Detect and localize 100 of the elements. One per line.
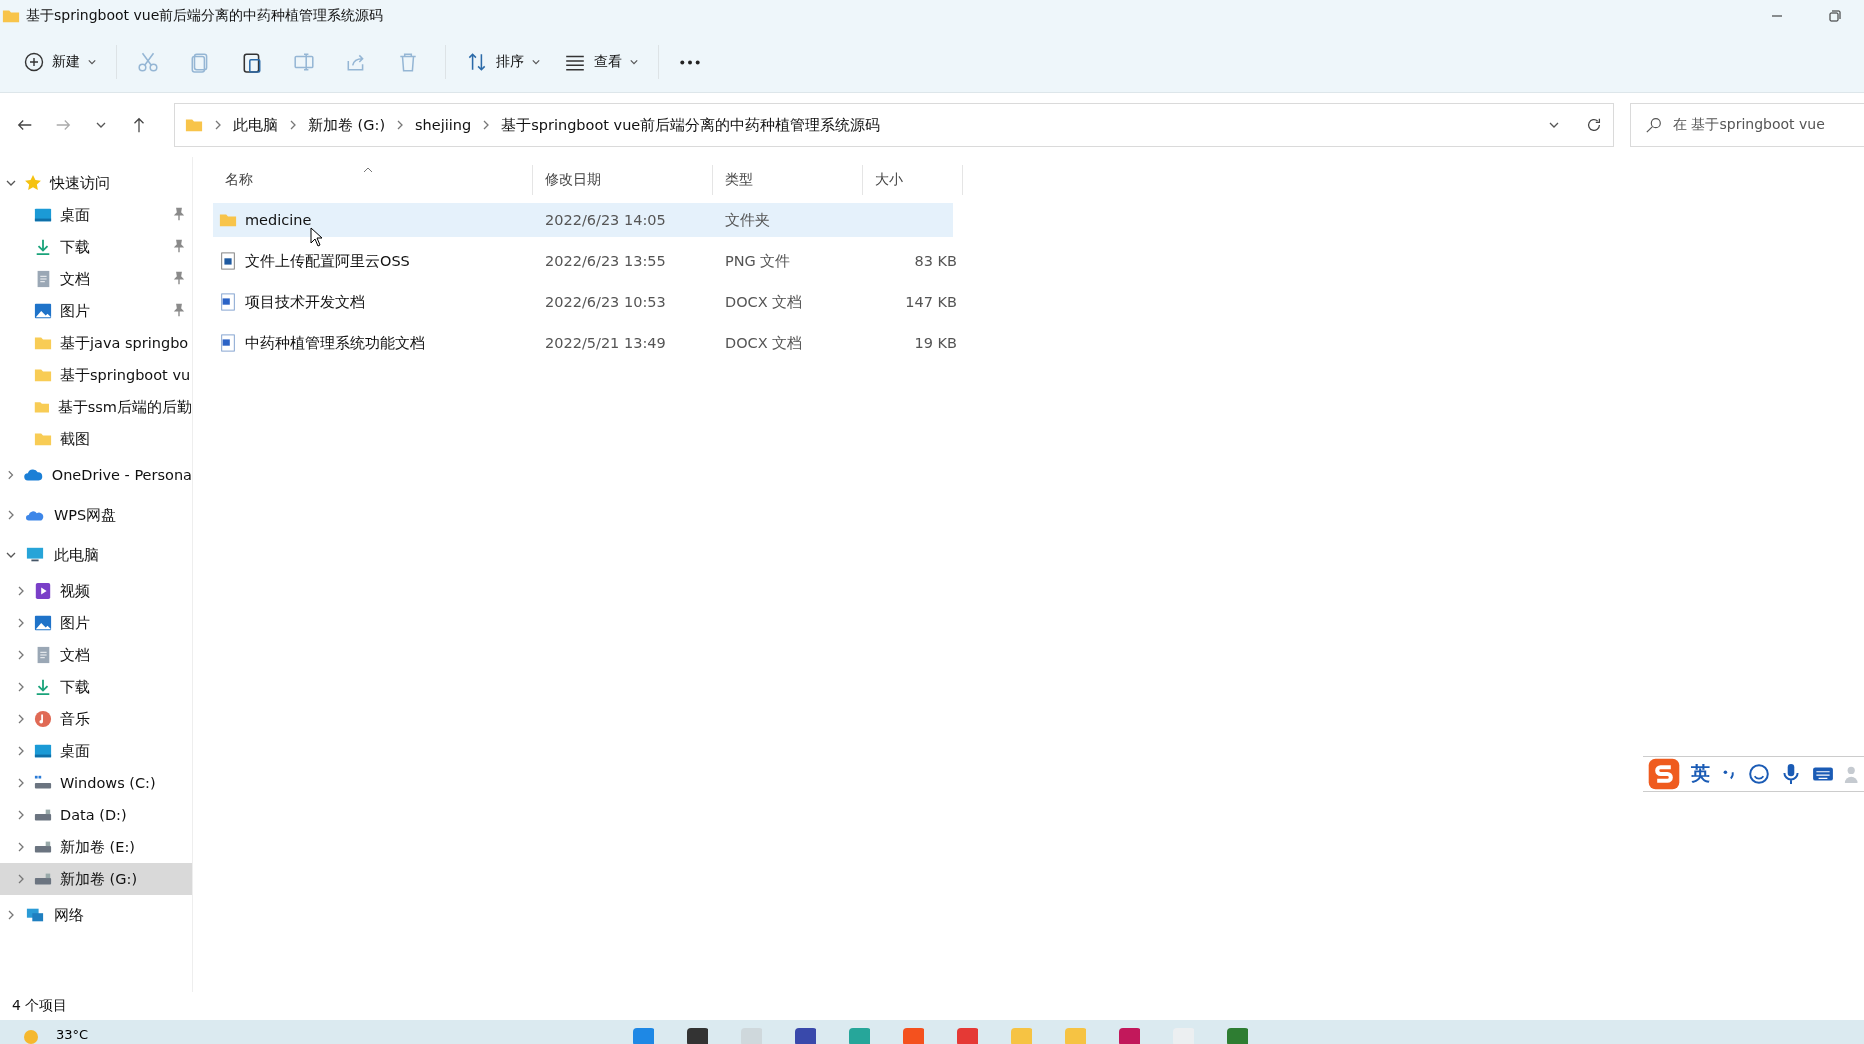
input-mode[interactable]: 英 [1691, 761, 1710, 787]
breadcrumb[interactable]: 基于springboot vue前后端分离的中药种植管理系统源码 [501, 115, 881, 135]
view-button[interactable]: 查看 [554, 42, 648, 82]
download-icon [34, 238, 52, 256]
sidebar-item[interactable]: 快速访问 [0, 167, 192, 199]
sidebar-item[interactable]: WPS网盘 [0, 499, 192, 531]
sidebar-item[interactable]: 截图 [0, 423, 192, 455]
picture-icon [34, 302, 52, 320]
cursor-icon [310, 227, 324, 247]
sidebar-item[interactable]: 新加卷 (G:) [0, 863, 192, 895]
column-header[interactable]: 名称 [213, 165, 533, 195]
chevron-right-icon [16, 650, 26, 660]
column-header[interactable]: 修改日期 [533, 165, 713, 195]
sort-up-icon [363, 166, 373, 174]
table-cell-text: DOCX 文档 [724, 292, 804, 312]
sidebar-item[interactable]: 视频 [0, 575, 192, 607]
monitor-icon [24, 546, 46, 564]
table-cell-text: 文件夹 [724, 210, 771, 230]
desktop-icon [34, 206, 52, 224]
sort-button[interactable]: 排序 [456, 42, 550, 82]
chevron-right-icon [16, 714, 26, 724]
word-file-icon [219, 293, 237, 311]
trash-icon [397, 51, 419, 73]
pin-icon [172, 239, 186, 253]
weather-temperature: 33°C [56, 1027, 89, 1042]
image-file-icon [219, 252, 237, 270]
table-cell-text: 83 KB [913, 253, 958, 269]
smiley-icon [1748, 763, 1770, 785]
column-header[interactable]: 大小 [863, 165, 963, 195]
refresh-icon [1585, 116, 1603, 134]
pin-icon [172, 207, 186, 221]
file-name: 项目技术开发文档 [245, 292, 365, 312]
desktop-icon [34, 742, 52, 760]
table-cell-text: 19 KB [913, 335, 958, 351]
video-icon [34, 582, 52, 600]
sidebar-item[interactable]: 基于java springbo [0, 327, 192, 359]
scissors-icon [137, 51, 159, 73]
chevron-right-icon [16, 618, 26, 628]
sidebar-item[interactable]: 新加卷 (E:) [0, 831, 192, 863]
pin-icon [172, 271, 186, 285]
file-row[interactable]: medicine 2022/6/23 14:05 文件夹 [213, 203, 953, 237]
window-title: 基于springboot vue前后端分离的中药种植管理系统源码 [26, 7, 384, 25]
new-button[interactable]: 新建 [14, 42, 106, 82]
breadcrumb[interactable]: 新加卷 (G:) [308, 115, 386, 135]
table-cell-text: 2022/5/21 13:49 [544, 335, 667, 351]
table-cell-text: 147 KB [904, 294, 958, 310]
sogou-logo-icon [1647, 757, 1681, 791]
more-icon [679, 59, 701, 65]
sidebar-item[interactable]: 图片 [0, 295, 192, 327]
sidebar-item[interactable]: 网络 [0, 899, 192, 931]
column-header[interactable]: 类型 [713, 165, 863, 195]
pin-icon [172, 303, 186, 317]
sidebar-item[interactable]: 图片 [0, 607, 192, 639]
picture-icon [34, 614, 52, 632]
chevron-down-icon [6, 550, 16, 560]
chevron-right-icon [6, 470, 16, 480]
chevron-down-icon [1549, 120, 1559, 130]
table-cell-text: 2022/6/23 13:55 [544, 253, 667, 269]
chevron-down-icon [6, 178, 16, 188]
search-placeholder: 在 基于springboot vue [1673, 116, 1825, 134]
word-file-icon [219, 334, 237, 352]
sidebar-item[interactable]: 桌面 [0, 735, 192, 767]
music-icon [34, 710, 52, 728]
sidebar-item[interactable]: 桌面 [0, 199, 192, 231]
sidebar-item[interactable]: 文档 [0, 263, 192, 295]
sidebar-item[interactable]: 文档 [0, 639, 192, 671]
chevron-right-icon [16, 810, 26, 820]
search-field[interactable]: 在 基于springboot vue [1630, 103, 1864, 147]
restore-icon [1829, 10, 1841, 22]
chevron-right-icon [16, 842, 26, 852]
sidebar-item[interactable]: OneDrive - Persona [0, 459, 192, 491]
rename-icon [293, 51, 315, 73]
sidebar-item[interactable]: Windows (C:) [0, 767, 192, 799]
chevron-right-icon [16, 682, 26, 692]
sidebar-item[interactable]: 基于ssm后端的后勤 [0, 391, 192, 423]
breadcrumb[interactable]: shejiing [415, 117, 472, 133]
file-name: 文件上传配置阿里云OSS [245, 251, 410, 271]
download-icon [34, 678, 52, 696]
caret-icon [532, 58, 540, 66]
file-name: 中药种植管理系统功能文档 [245, 333, 425, 353]
sidebar-item[interactable]: 音乐 [0, 703, 192, 735]
search-icon [1645, 116, 1663, 134]
sun-icon [24, 1030, 38, 1044]
sidebar-item[interactable]: 此电脑 [0, 539, 192, 571]
chevron-right-icon [16, 586, 26, 596]
network-icon [24, 906, 46, 924]
address-bar[interactable]: 此电脑 新加卷 (G:) shejiing 基于springboot vue前后端分离的中药种植管理系统源码 [174, 103, 1614, 147]
sidebar-item[interactable]: 下载 [0, 671, 192, 703]
chevron-right-icon [16, 778, 26, 788]
chevron-right-icon [16, 746, 26, 756]
sidebar-item[interactable]: Data (D:) [0, 799, 192, 831]
star-icon [24, 174, 42, 192]
chevron-right-icon [6, 910, 16, 920]
caret-icon [88, 58, 96, 66]
table-cell-text: PNG 文件 [724, 251, 792, 271]
table-cell-text: 2022/6/23 14:05 [544, 212, 667, 228]
sidebar-item[interactable]: 下载 [0, 231, 192, 263]
breadcrumb[interactable]: 此电脑 [233, 115, 278, 135]
paste-icon [241, 51, 263, 73]
sidebar-item[interactable]: 基于springboot vu [0, 359, 192, 391]
